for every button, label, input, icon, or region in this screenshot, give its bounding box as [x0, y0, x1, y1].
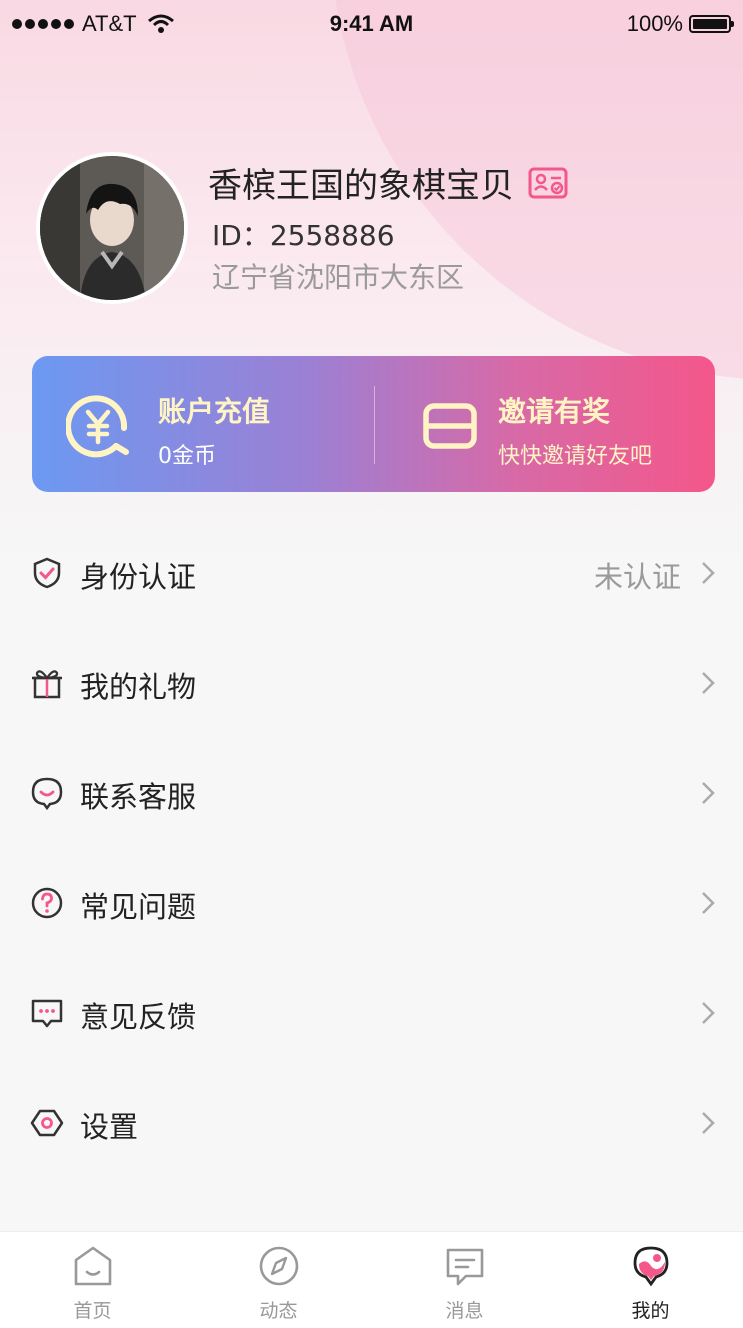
compass-icon [259, 1246, 299, 1286]
menu-item-faq[interactable]: 常见问题 [0, 848, 743, 958]
menu-item-settings[interactable]: 设置 [0, 1068, 743, 1178]
user-id: ID：2558886 [212, 219, 395, 252]
avatar[interactable] [36, 152, 188, 304]
battery-percent: 100% [626, 11, 683, 36]
verification-status: 未认证 [593, 560, 681, 594]
invite-subtitle: 快快邀请好友吧 [498, 444, 653, 469]
profile-icon [633, 1246, 669, 1287]
chevron-right-icon [702, 1112, 715, 1134]
menu-label: 联系客服 [80, 780, 197, 814]
tab-label: 我的 [631, 1300, 670, 1322]
tab-messages[interactable]: 消息 [372, 1232, 557, 1328]
battery-icon [689, 15, 734, 33]
menu-label: 意见反馈 [80, 1000, 197, 1034]
customer-service-icon [31, 777, 63, 810]
tab-feed[interactable]: 动态 [186, 1232, 371, 1328]
home-icon [74, 1246, 112, 1286]
tab-label: 首页 [73, 1300, 112, 1322]
invite-button[interactable]: 邀请有奖 快快邀请好友吧 [32, 356, 715, 492]
shield-check-icon [33, 557, 61, 589]
tab-home[interactable]: 首页 [0, 1232, 185, 1328]
tab-label: 消息 [445, 1300, 484, 1322]
settings-icon [30, 1109, 64, 1137]
chevron-right-icon [702, 672, 715, 694]
menu-label: 身份认证 [80, 560, 197, 594]
question-icon [31, 887, 63, 919]
menu-label: 常见问题 [80, 890, 197, 924]
username: 香槟王国的象棋宝贝 [208, 158, 568, 207]
menu-item-support[interactable]: 联系客服 [0, 738, 743, 848]
username-text: 香槟王国的象棋宝贝 [208, 166, 514, 206]
message-icon [446, 1248, 484, 1286]
chevron-right-icon [702, 782, 715, 804]
menu-label: 我的礼物 [80, 670, 197, 704]
avatar-image [40, 156, 184, 300]
menu-item-feedback[interactable]: 意见反馈 [0, 958, 743, 1068]
menu-item-identity[interactable]: 身份认证 未认证 [0, 518, 743, 628]
id-card-icon[interactable] [528, 167, 568, 199]
tab-profile[interactable]: 我的 [558, 1232, 743, 1328]
menu-label: 设置 [80, 1110, 139, 1144]
tab-bar: 首页 动态 消息 我的 [0, 1231, 743, 1328]
status-bar: AT&T 9:41 AM 100% [0, 0, 743, 48]
chevron-right-icon [702, 562, 715, 584]
menu-item-gifts[interactable]: 我的礼物 [0, 628, 743, 738]
chevron-right-icon [702, 1002, 715, 1024]
invite-title: 邀请有奖 [498, 395, 611, 428]
chevron-right-icon [702, 892, 715, 914]
tab-label: 动态 [259, 1300, 298, 1322]
envelope-icon [423, 403, 477, 449]
gift-icon [32, 670, 62, 699]
feedback-icon [31, 999, 63, 1028]
user-location: 辽宁省沈阳市大东区 [212, 261, 465, 294]
account-card: 账户充值 0金币 邀请有奖 快快邀请好友吧 [32, 356, 715, 492]
